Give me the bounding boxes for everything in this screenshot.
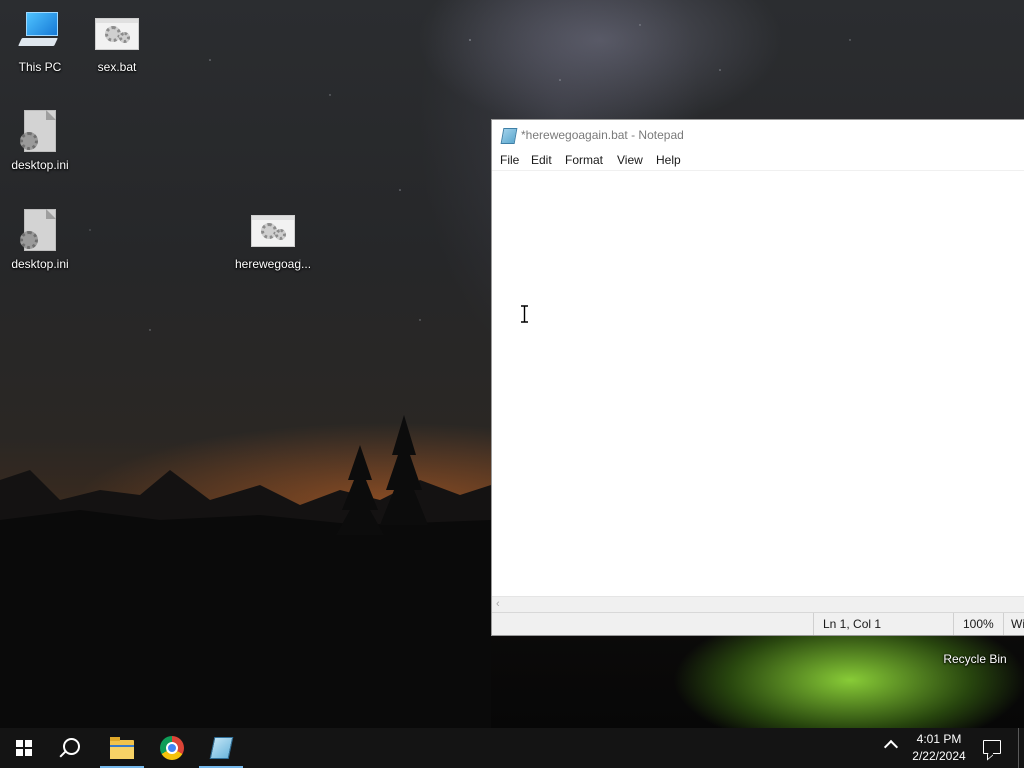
menu-help[interactable]: Help (656, 153, 681, 167)
text-editor-area[interactable] (492, 170, 1024, 597)
desktop-icon-label: Recycle Bin (943, 652, 1007, 666)
menu-edit[interactable]: Edit (531, 153, 552, 167)
scroll-left-icon[interactable]: ‹ (496, 598, 500, 610)
file-explorer-icon (110, 737, 134, 759)
start-button[interactable] (0, 728, 48, 768)
notepad-title-bar[interactable]: *herewegoagain.bat - Notepad (492, 120, 1024, 150)
taskbar-file-explorer[interactable] (98, 728, 146, 768)
clock-time: 4:01 PM (916, 732, 962, 746)
search-icon (63, 738, 80, 755)
status-position: Ln 1, Col 1 (813, 613, 953, 635)
taskbar: 4:01 PM 2/22/2024 (0, 728, 1024, 768)
desktop-icon-desktop-ini-1[interactable]: desktop.ini (0, 108, 80, 172)
action-center-icon[interactable] (983, 740, 1001, 754)
window-title: *herewegoagain.bat - Notepad (521, 128, 684, 142)
settings-file-icon (16, 207, 64, 255)
status-line-ending: Wi (1003, 613, 1024, 635)
start-icon (16, 740, 32, 756)
horizontal-scrollbar[interactable]: ‹ (492, 596, 1024, 613)
clock-date: 2/22/2024 (912, 749, 966, 763)
menu-view[interactable]: View (617, 153, 643, 167)
desktop-icon-label: desktop.ini (11, 158, 69, 172)
menu-bar: File Edit Format View Help (492, 150, 1024, 170)
batch-file-icon (93, 10, 141, 58)
desktop-icon-this-pc[interactable]: This PC (0, 10, 80, 74)
menu-file[interactable]: File (500, 153, 519, 167)
text-cursor-icon (521, 305, 528, 323)
system-clock[interactable]: 4:01 PM 2/22/2024 (906, 731, 972, 765)
computer-icon (16, 10, 64, 58)
batch-file-icon (249, 207, 297, 255)
desktop-icon-herewegoagain-bat[interactable]: herewegoag... (233, 207, 313, 271)
settings-file-icon (16, 108, 64, 156)
status-bar: Ln 1, Col 1 100% Wi (492, 612, 1024, 635)
show-hidden-icons-chevron-icon[interactable] (883, 739, 899, 755)
desktop-icon-label: sex.bat (97, 60, 137, 74)
desktop-icon-label: This PC (18, 60, 62, 74)
search-button[interactable] (48, 728, 96, 768)
desktop-icon-label: herewegoag... (234, 257, 312, 271)
notepad-icon (209, 737, 234, 759)
desktop-icon-desktop-ini-2[interactable]: desktop.ini (0, 207, 80, 271)
desktop-icon-sex-bat[interactable]: sex.bat (77, 10, 157, 74)
notepad-window[interactable]: *herewegoagain.bat - Notepad File Edit F… (491, 119, 1024, 636)
notepad-icon (500, 128, 518, 144)
taskbar-notepad[interactable] (197, 728, 245, 768)
desktop-icon-label: desktop.ini (11, 257, 69, 271)
taskbar-chrome[interactable] (148, 728, 196, 768)
chrome-icon (160, 736, 184, 760)
show-desktop-button[interactable] (1018, 728, 1019, 768)
menu-format[interactable]: Format (565, 153, 603, 167)
status-zoom: 100% (953, 613, 1003, 635)
